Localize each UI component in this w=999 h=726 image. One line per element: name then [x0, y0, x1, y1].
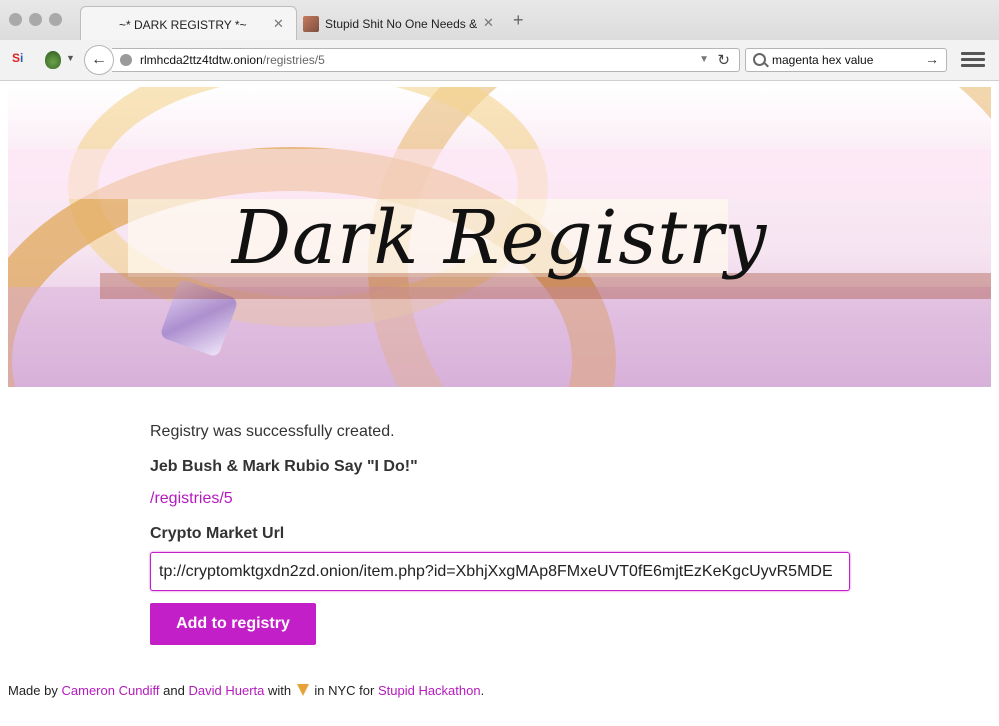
success-message: Registry was successfully created. [150, 423, 395, 440]
arrow-left-icon: ← [91, 51, 107, 68]
new-tab-button[interactable]: + [513, 11, 524, 29]
tab-dark-registry[interactable]: ~* DARK REGISTRY *~ ✕ [80, 6, 297, 41]
globe-icon [120, 54, 132, 66]
tab-favicon [303, 16, 319, 32]
author-link-cameron[interactable]: Cameron Cundiff [62, 683, 160, 698]
hamburger-menu-icon[interactable] [961, 52, 985, 68]
tor-onion-icon[interactable] [45, 51, 61, 69]
banner-title: Dark Registry [231, 195, 768, 281]
reload-icon[interactable]: ↻ [717, 51, 730, 69]
banner-image: Dark Registry [8, 87, 991, 387]
tab-label: Stupid Shit No One Needs &… [325, 17, 477, 31]
close-window-button[interactable] [9, 13, 22, 26]
search-icon [753, 53, 766, 66]
nav-bar: Si ▼ rlmhcda2ttz4tdtw.onion/registries/5… [0, 40, 999, 81]
tab-close-icon[interactable]: ✕ [483, 15, 494, 31]
crypto-url-label: Crypto Market Url [150, 525, 285, 542]
add-to-registry-button[interactable]: Add to registry [150, 603, 316, 645]
chevron-down-icon[interactable]: ▼ [66, 53, 75, 63]
hackathon-link[interactable]: Stupid Hackathon [378, 683, 481, 698]
pizza-icon [296, 684, 309, 696]
url-bar[interactable]: rlmhcda2ttz4tdtw.onion/registries/5 ▼ ↻ [112, 48, 740, 72]
footer: Made by Cameron Cundiff and David Huerta… [8, 683, 485, 698]
search-input[interactable]: magenta hex value [772, 53, 873, 67]
tab-stupid-shit[interactable]: Stupid Shit No One Needs &… ✕ [297, 6, 502, 40]
crypto-url-input[interactable] [150, 552, 850, 591]
tab-strip: ~* DARK REGISTRY *~ ✕ Stupid Shit No One… [0, 0, 999, 41]
url-dropdown-icon[interactable]: ▼ [699, 54, 709, 65]
back-button[interactable]: ← [84, 45, 114, 75]
url-text[interactable]: rlmhcda2ttz4tdtw.onion/registries/5 [140, 53, 325, 67]
search-go-icon[interactable]: → [925, 51, 939, 67]
zoom-window-button[interactable] [49, 13, 62, 26]
search-bar[interactable]: magenta hex value → [745, 48, 947, 72]
minimize-window-button[interactable] [29, 13, 42, 26]
registry-link[interactable]: /registries/5 [150, 490, 233, 508]
tab-close-icon[interactable]: ✕ [273, 16, 284, 32]
author-link-david[interactable]: David Huerta [189, 683, 265, 698]
tab-label: ~* DARK REGISTRY *~ [119, 18, 247, 32]
registry-title: Jeb Bush & Mark Rubio Say "I Do!" [150, 458, 418, 475]
extension-s-icon[interactable]: Si [12, 51, 30, 69]
